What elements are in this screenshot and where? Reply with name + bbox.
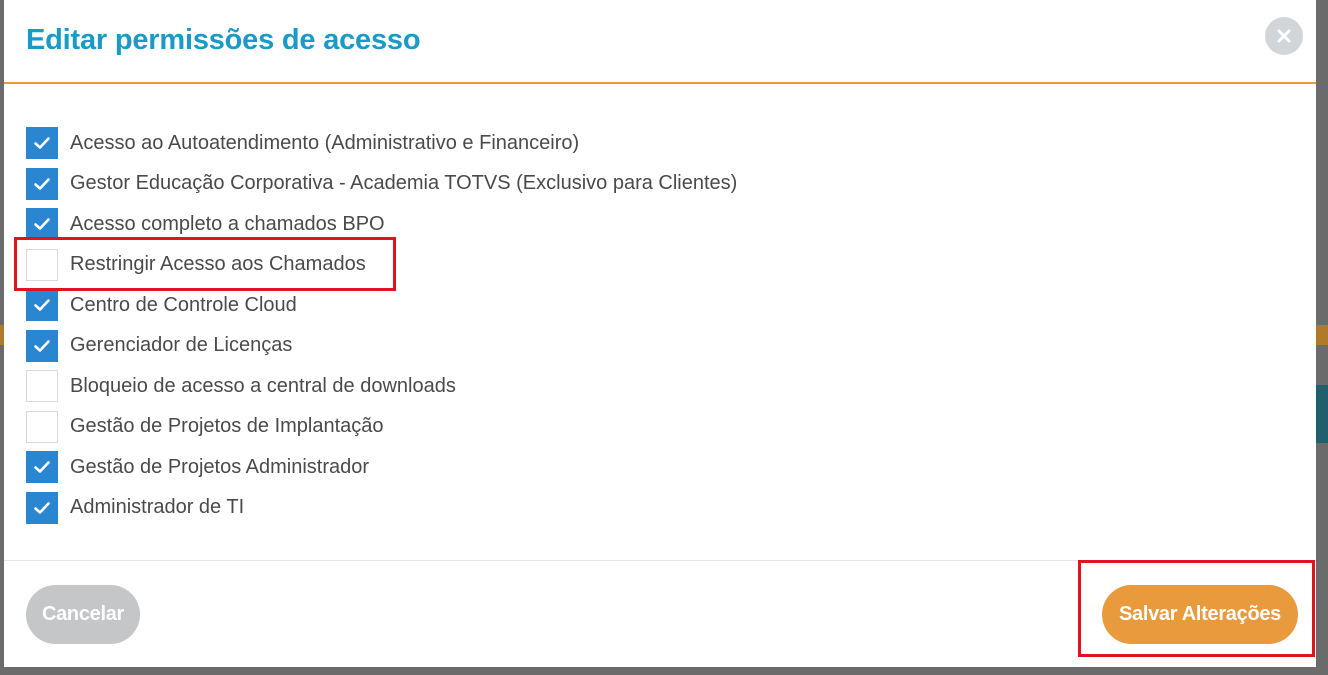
modal-header: Editar permissões de acesso bbox=[4, 0, 1316, 84]
modal-footer: Cancelar Salvar Alterações bbox=[4, 560, 1316, 667]
permission-item[interactable]: Acesso ao Autoatendimento (Administrativ… bbox=[26, 123, 737, 164]
permission-checkbox[interactable] bbox=[26, 491, 58, 524]
permission-item[interactable]: Administrador de TI bbox=[26, 488, 737, 529]
close-icon bbox=[1277, 29, 1291, 43]
close-button[interactable] bbox=[1265, 17, 1303, 55]
permission-label: Gestão de Projetos Administrador bbox=[70, 455, 370, 478]
permission-list: Acesso ao Autoatendimento (Administrativ… bbox=[26, 123, 737, 528]
save-changes-button[interactable]: Salvar Alterações bbox=[1102, 585, 1298, 644]
check-icon bbox=[34, 299, 50, 312]
permission-label: Gerenciador de Licenças bbox=[70, 334, 293, 357]
permission-label: Administrador de TI bbox=[70, 496, 245, 519]
modal-body: Acesso ao Autoatendimento (Administrativ… bbox=[4, 86, 1316, 560]
check-icon bbox=[34, 339, 50, 352]
permission-label: Gestão de Projetos de Implantação bbox=[70, 415, 384, 438]
permission-label: Restringir Acesso aos Chamados bbox=[70, 253, 366, 276]
permission-checkbox[interactable] bbox=[26, 370, 58, 403]
permission-item[interactable]: Gestão de Projetos de Implantação bbox=[26, 407, 737, 448]
permission-checkbox[interactable] bbox=[26, 248, 58, 281]
check-icon bbox=[34, 501, 50, 514]
permission-checkbox[interactable] bbox=[26, 289, 58, 322]
check-icon bbox=[34, 218, 50, 231]
permission-item[interactable]: Acesso completo a chamados BPO bbox=[26, 204, 737, 245]
check-icon bbox=[34, 137, 50, 150]
permission-label: Bloqueio de acesso a central de download… bbox=[70, 374, 456, 397]
permission-checkbox[interactable] bbox=[26, 127, 58, 160]
permission-checkbox[interactable] bbox=[26, 410, 58, 443]
permission-label: Acesso ao Autoatendimento (Administrativ… bbox=[70, 131, 580, 154]
backdrop-accent-right bbox=[1314, 325, 1328, 345]
permission-checkbox[interactable] bbox=[26, 451, 58, 484]
permission-checkbox[interactable] bbox=[26, 167, 58, 200]
permission-item[interactable]: Gerenciador de Licenças bbox=[26, 326, 737, 367]
permission-checkbox[interactable] bbox=[26, 208, 58, 241]
permission-label: Acesso completo a chamados BPO bbox=[70, 212, 385, 235]
permission-item[interactable]: Gestor Educação Corporativa - Academia T… bbox=[26, 164, 737, 205]
permission-item[interactable]: Bloqueio de acesso a central de download… bbox=[26, 366, 737, 407]
edit-permissions-modal: Editar permissões de acesso Acesso ao Au… bbox=[4, 0, 1316, 667]
check-icon bbox=[34, 177, 50, 190]
permission-label: Gestor Educação Corporativa - Academia T… bbox=[70, 172, 738, 195]
cancel-button[interactable]: Cancelar bbox=[26, 585, 140, 644]
permission-item[interactable]: Gestão de Projetos Administrador bbox=[26, 447, 737, 488]
check-icon bbox=[34, 461, 50, 474]
permission-label: Centro de Controle Cloud bbox=[70, 293, 297, 316]
backdrop-panel-right bbox=[1314, 385, 1328, 443]
modal-title: Editar permissões de acesso bbox=[26, 24, 421, 56]
permission-checkbox[interactable] bbox=[26, 329, 58, 362]
permission-item[interactable]: Centro de Controle Cloud bbox=[26, 285, 737, 326]
permission-item[interactable]: Restringir Acesso aos Chamados bbox=[26, 245, 737, 286]
